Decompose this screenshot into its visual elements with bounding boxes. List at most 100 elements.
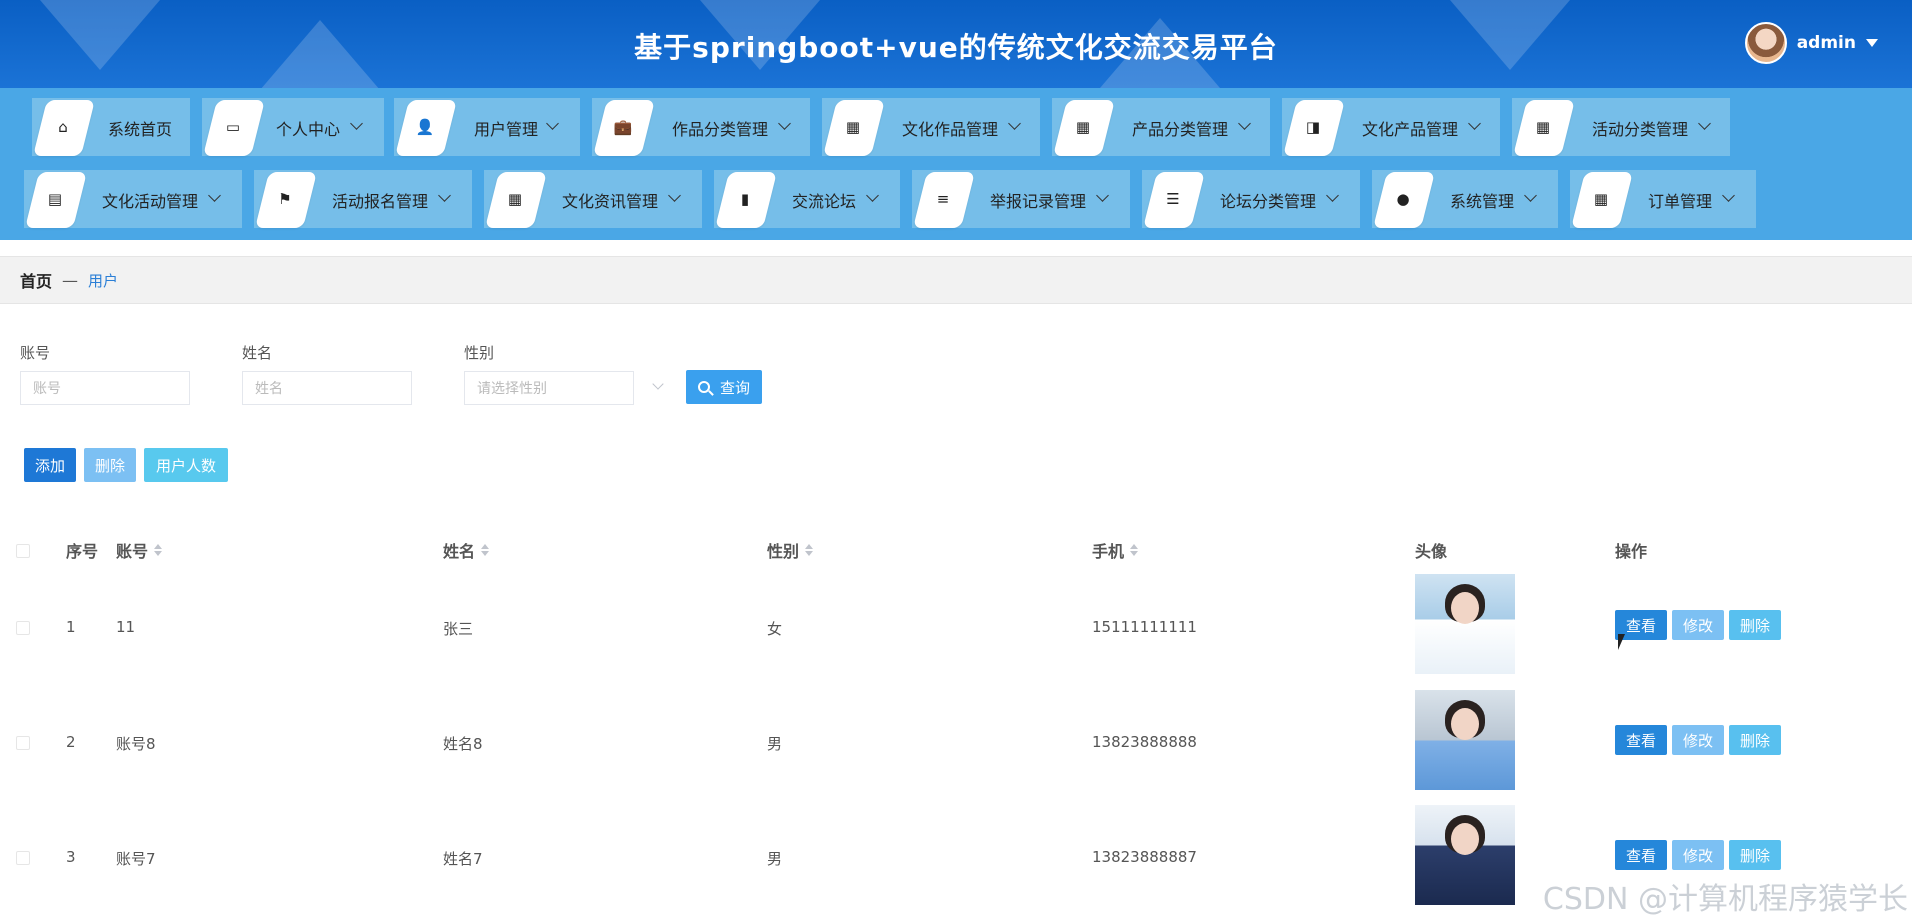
grid-icon: ▦ <box>1075 118 1091 136</box>
row-checkbox[interactable] <box>16 621 30 635</box>
nav-label: 产品分类管理 <box>1132 120 1229 139</box>
sort-icon[interactable] <box>1130 544 1139 556</box>
edit-button[interactable]: 修改 <box>1672 840 1724 870</box>
avatar-image <box>1415 574 1515 674</box>
nav-label: 举报记录管理 <box>990 192 1087 211</box>
nav-item-orders[interactable]: ▦ 订单管理 <box>1570 170 1756 228</box>
nav-item-activity-category[interactable]: ▦ 活动分类管理 <box>1512 98 1730 156</box>
nav-item-users[interactable]: 👤 用户管理 <box>394 98 580 156</box>
cell-gender: 女 <box>767 620 783 638</box>
chevron-down-icon <box>1096 189 1109 202</box>
nav-item-system[interactable]: ● 系统管理 <box>1372 170 1558 228</box>
nav-label: 文化作品管理 <box>902 120 999 139</box>
wallet-icon: ◨ <box>1305 118 1321 136</box>
breadcrumb-home[interactable]: 首页 <box>20 268 52 292</box>
nav-item-activities[interactable]: ▤ 文化活动管理 <box>24 170 242 228</box>
col-avatar-label: 头像 <box>1415 542 1448 561</box>
cell-gender: 男 <box>767 850 783 868</box>
col-ops-label: 操作 <box>1615 542 1648 561</box>
cell-name: 姓名7 <box>443 850 483 868</box>
name-input[interactable]: 姓名 <box>242 371 412 405</box>
row-checkbox[interactable] <box>16 736 30 750</box>
search-icon <box>697 381 710 393</box>
nav-label: 订单管理 <box>1648 192 1713 211</box>
sort-icon[interactable] <box>481 544 490 556</box>
nav-label: 活动分类管理 <box>1592 120 1689 139</box>
search-button[interactable]: 查询 <box>686 370 762 404</box>
card-icon: ▭ <box>225 118 241 136</box>
grid-icon: ▦ <box>845 118 861 136</box>
nav-item-products[interactable]: ◨ 文化产品管理 <box>1282 98 1500 156</box>
nav-label: 活动报名管理 <box>332 192 429 211</box>
nav-item-forum-category[interactable]: ☰ 论坛分类管理 <box>1142 170 1360 228</box>
user-menu[interactable]: admin <box>1744 22 1878 64</box>
chevron-down-icon <box>1008 117 1021 130</box>
nav-item-home[interactable]: ⌂ 系统首页 <box>32 98 190 156</box>
main-nav: ⌂ 系统首页 ▭ 个人中心 👤 用户管理 💼 作品分类管理 ▦ 文化作品管理 ▦… <box>0 88 1912 240</box>
delete-button[interactable]: 删除 <box>1729 725 1781 755</box>
sort-icon[interactable] <box>805 544 814 556</box>
cell-gender: 男 <box>767 735 783 753</box>
col-gender[interactable]: 性别 <box>767 538 814 562</box>
nav-item-work-category[interactable]: 💼 作品分类管理 <box>592 98 810 156</box>
user-name[interactable]: admin <box>1797 33 1856 53</box>
view-button[interactable]: 查看 <box>1615 725 1667 755</box>
delete-button[interactable]: 删除 <box>1729 610 1781 640</box>
row-checkbox[interactable] <box>16 851 30 865</box>
col-phone[interactable]: 手机 <box>1092 538 1139 562</box>
nav-label: 用户管理 <box>474 120 539 139</box>
nav-item-works[interactable]: ▦ 文化作品管理 <box>822 98 1040 156</box>
nav-item-profile[interactable]: ▭ 个人中心 <box>202 98 384 156</box>
col-account[interactable]: 账号 <box>116 538 163 562</box>
cell-index: 3 <box>66 848 76 866</box>
col-account-label: 账号 <box>116 542 149 561</box>
nav-label: 论坛分类管理 <box>1220 192 1317 211</box>
cell-index: 1 <box>66 618 76 636</box>
cell-phone: 13823888887 <box>1092 848 1197 866</box>
sort-icon[interactable] <box>154 544 163 556</box>
grid-icon: ▦ <box>507 190 523 208</box>
chevron-down-icon <box>350 117 363 130</box>
gender-select[interactable]: 请选择性别 <box>464 371 634 405</box>
watermark: CSDN @计算机程序猿学长 <box>1542 882 1908 917</box>
avatar-image <box>1415 805 1515 905</box>
list-icon: ≡ <box>936 190 950 208</box>
cell-account: 账号7 <box>116 850 156 868</box>
col-index-label: 序号 <box>66 542 99 561</box>
breadcrumb: 首页 — 用户 <box>0 256 1912 304</box>
user-count-button[interactable]: 用户人数 <box>144 448 228 482</box>
search-button-label: 查询 <box>719 378 750 397</box>
nav-label: 文化活动管理 <box>102 192 199 211</box>
nav-item-signups[interactable]: ⚑ 活动报名管理 <box>254 170 472 228</box>
select-all-checkbox[interactable] <box>16 544 30 558</box>
nav-item-product-category[interactable]: ▦ 产品分类管理 <box>1052 98 1270 156</box>
nav-item-forum[interactable]: ▮ 交流论坛 <box>714 170 900 228</box>
edit-button[interactable]: 修改 <box>1672 610 1724 640</box>
add-button[interactable]: 添加 <box>24 448 76 482</box>
chevron-down-icon[interactable] <box>652 378 664 390</box>
chevron-down-icon <box>208 189 221 202</box>
user-icon: 👤 <box>415 118 435 136</box>
account-input[interactable]: 账号 <box>20 371 190 405</box>
user-avatar[interactable] <box>1744 22 1787 64</box>
chevron-down-icon <box>438 189 451 202</box>
chevron-down-icon <box>778 117 791 130</box>
chevron-down-icon <box>1468 117 1481 130</box>
nav-label: 系统管理 <box>1450 192 1515 211</box>
nav-item-news[interactable]: ▦ 文化资讯管理 <box>484 170 702 228</box>
batch-delete-button[interactable]: 删除 <box>84 448 136 482</box>
edit-button[interactable]: 修改 <box>1672 725 1724 755</box>
nav-item-reports[interactable]: ≡ 举报记录管理 <box>912 170 1130 228</box>
cell-name: 姓名8 <box>443 735 483 753</box>
caret-down-icon[interactable] <box>1866 39 1878 47</box>
col-name[interactable]: 姓名 <box>443 538 490 562</box>
view-button[interactable]: 查看 <box>1615 840 1667 870</box>
top-header: 基于springboot+vue的传统文化交流交易平台 admin <box>0 0 1912 88</box>
delete-button[interactable]: 删除 <box>1729 840 1781 870</box>
flag-icon: ⚑ <box>278 190 292 208</box>
apps-icon: ▦ <box>1593 190 1609 208</box>
col-phone-label: 手机 <box>1092 542 1125 561</box>
cell-index: 2 <box>66 733 76 751</box>
nav-label: 作品分类管理 <box>672 120 769 139</box>
col-gender-label: 性别 <box>767 542 800 561</box>
